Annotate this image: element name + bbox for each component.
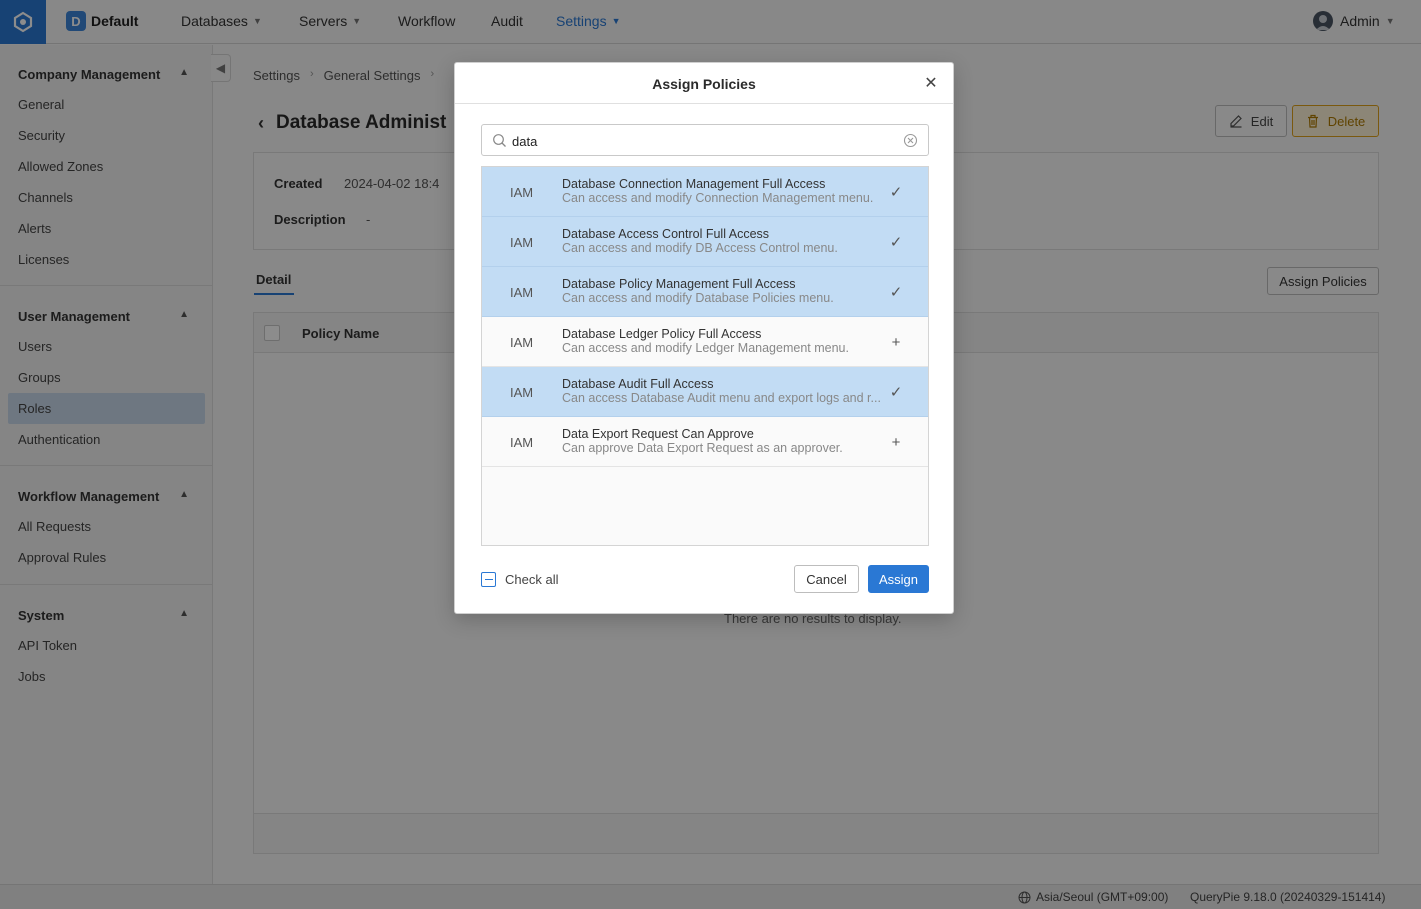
search-icon (493, 134, 506, 147)
policy-description: Can access Database Audit menu and expor… (562, 391, 881, 405)
policy-name: Database Ledger Policy Full Access (562, 327, 762, 341)
policy-row[interactable]: IAM Database Connection Management Full A… (482, 167, 928, 217)
assign-policies-dialog: Assign Policies ✕ IAM Database Connection… (454, 62, 954, 614)
policy-row[interactable]: IAM Database Access Control Full Access Ca… (482, 217, 928, 267)
policy-description: Can access and modify Ledger Management … (562, 341, 849, 355)
check-icon[interactable]: ✓ (888, 384, 904, 401)
policy-description: Can access and modify Database Policies … (562, 291, 834, 305)
clear-icon[interactable] (903, 133, 918, 148)
policy-category: IAM (510, 235, 534, 250)
search-input[interactable] (512, 131, 892, 151)
check-icon[interactable]: ✓ (888, 234, 904, 251)
dialog-title: Assign Policies (652, 76, 756, 92)
policy-category: IAM (510, 285, 534, 300)
policy-description: Can approve Data Export Request as an ap… (562, 441, 843, 455)
check-all-control[interactable]: Check all (481, 572, 558, 587)
policy-category: IAM (510, 435, 534, 450)
policy-name: Database Policy Management Full Access (562, 277, 796, 291)
policy-row[interactable]: IAM Data Export Request Can Approve Can ap… (482, 417, 928, 467)
policy-name: Database Audit Full Access (562, 377, 714, 391)
policy-row[interactable]: IAM Database Ledger Policy Full Access Can… (482, 317, 928, 367)
policy-search-box (481, 124, 929, 156)
check-icon[interactable]: ✓ (888, 184, 904, 201)
policy-category: IAM (510, 385, 534, 400)
cancel-button[interactable]: Cancel (794, 565, 859, 593)
policy-name: Database Access Control Full Access (562, 227, 770, 241)
check-all-checkbox[interactable] (481, 572, 496, 587)
policy-description: Can access and modify Connection Managem… (562, 191, 874, 205)
close-icon[interactable]: ✕ (921, 73, 941, 93)
check-icon[interactable]: ✓ (888, 284, 904, 301)
policy-category: IAM (510, 335, 534, 350)
policy-row[interactable]: IAM Database Policy Management Full Acces… (482, 267, 928, 317)
policy-name: Data Export Request Can Approve (562, 427, 754, 441)
policy-category: IAM (510, 185, 534, 200)
check-all-label: Check all (505, 572, 559, 587)
policy-row[interactable]: IAM Database Audit Full Access Can access … (482, 367, 928, 417)
plus-icon[interactable]: + (888, 334, 904, 351)
policy-name: Database Connection Management Full Acce… (562, 177, 826, 191)
dialog-header: Assign Policies ✕ (455, 63, 953, 104)
policy-list: IAM Database Connection Management Full A… (481, 166, 929, 546)
policy-description: Can access and modify DB Access Control … (562, 241, 838, 255)
plus-icon[interactable]: + (888, 434, 904, 451)
assign-button[interactable]: Assign (868, 565, 929, 593)
